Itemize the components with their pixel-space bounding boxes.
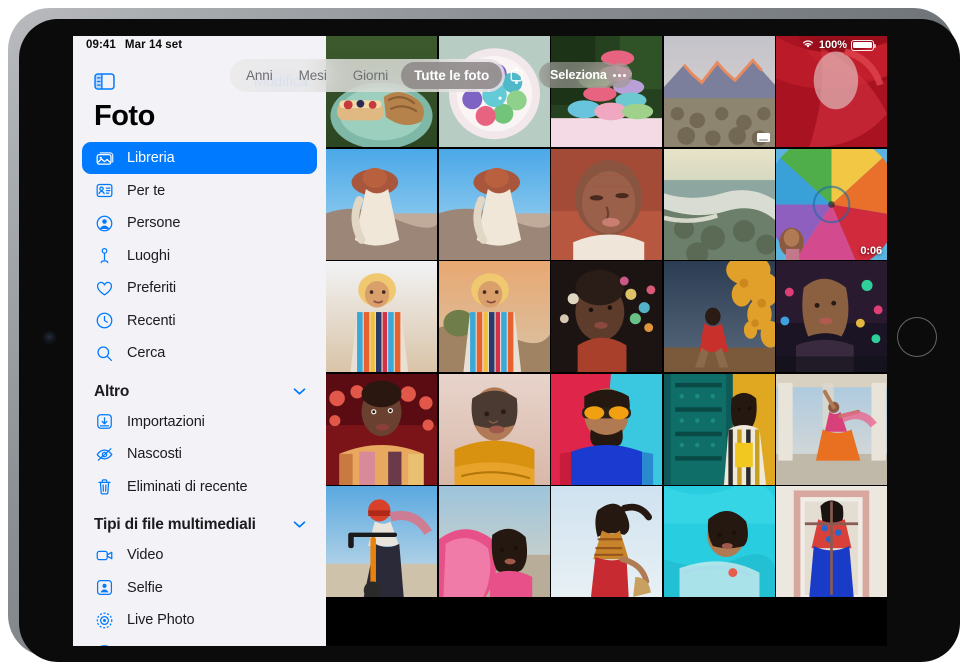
photo-red-lights-man[interactable]	[326, 373, 437, 485]
map-pin-icon	[93, 245, 116, 267]
photo-teal-door[interactable]	[663, 373, 775, 485]
photo-desert-hat-1[interactable]	[326, 148, 437, 260]
sidebar-primary-nav: Libreria Per te Persone Luoghi Preferiti R…	[73, 142, 326, 369]
photo-windblown-hair[interactable]	[551, 486, 662, 597]
sidebar-item-label: Luoghi	[127, 247, 170, 264]
video-camera-icon	[93, 544, 116, 566]
ellipsis-icon[interactable]	[607, 62, 632, 88]
sidebar-item-cerca[interactable]: Cerca	[82, 337, 317, 369]
sidebar-item-label: Libreria	[127, 150, 175, 166]
zoom-grid-icon[interactable]	[502, 61, 530, 89]
person-circle-icon	[93, 212, 116, 234]
sidebar-section-list-0: Importazioni Nascosti Eliminati di recen…	[73, 406, 326, 503]
photo-woman-yellow-scarf[interactable]	[438, 373, 550, 485]
photo-sunglasses-man[interactable]	[551, 373, 662, 485]
sidebar-item-label: Eliminati di recente	[127, 478, 248, 495]
panorama-badge-icon	[756, 133, 770, 142]
select-button[interactable]: Seleziona	[539, 62, 618, 88]
view-mode-segmented-control[interactable]: Anni Mesi Giorni Tutte le foto	[230, 58, 506, 92]
photo-grid-container[interactable]: 0:06	[326, 36, 887, 646]
sidebar-item-label: Live Photo	[127, 612, 195, 628]
heart-icon	[93, 277, 116, 299]
sidebar-section-title: Tipi di file multimediali	[94, 516, 256, 533]
ipad-screen: 0:06 Anni Mesi Giorni Tutte le foto Sele…	[73, 36, 887, 646]
sidebar-item-ritratti[interactable]: Ritratti	[82, 637, 317, 647]
chevron-down-icon[interactable]	[293, 383, 306, 401]
sidebar-item-label: Recenti	[127, 312, 176, 329]
sidebar-item-nascosti[interactable]: Nascosti	[82, 438, 317, 470]
photo-pool-swimmer[interactable]	[663, 486, 775, 597]
ellipsis-dot	[612, 73, 616, 77]
photos-toolbar: Anni Mesi Giorni Tutte le foto Seleziona	[73, 58, 887, 92]
sidebar-item-label: Cerca	[127, 345, 166, 361]
photo-grid: 0:06	[326, 36, 887, 597]
sidebar: Modifica Foto Libreria Per te	[73, 36, 326, 646]
selfie-person-icon	[93, 577, 116, 599]
sidebar-item-label: Video	[127, 547, 164, 563]
sidebar-item-label: Nascosti	[127, 446, 182, 462]
for-you-card-icon	[93, 180, 116, 202]
photo-bokeh-portrait[interactable]	[551, 261, 662, 372]
photo-neon-portrait[interactable]	[776, 261, 887, 372]
sidebar-item-selfie[interactable]: Selfie	[82, 572, 317, 604]
ellipsis-dot	[618, 73, 621, 77]
sidebar-item-live-photo[interactable]: Live Photo	[82, 604, 317, 636]
segment-giorni[interactable]: Giorni	[340, 62, 401, 89]
sidebar-item-label: Ritratti	[127, 645, 168, 647]
sidebar-item-per-te[interactable]: Per te	[82, 175, 317, 207]
sidebar-item-libreria[interactable]: Libreria	[82, 142, 317, 174]
sidebar-item-persone[interactable]: Persone	[82, 207, 317, 239]
search-icon	[93, 342, 116, 364]
photo-curly-stripes-1[interactable]	[326, 261, 437, 372]
sidebar-item-label: Importazioni	[127, 413, 205, 430]
sidebar-item-luoghi[interactable]: Luoghi	[82, 240, 317, 272]
photo-pink-fabric-woman[interactable]	[438, 486, 550, 597]
live-photo-icon	[93, 609, 116, 631]
sidebar-section-header-1[interactable]: Tipi di file multimediali	[73, 503, 326, 539]
portrait-icon	[93, 642, 116, 646]
sidebar-item-preferiti[interactable]: Preferiti	[82, 272, 317, 304]
photo-stack-icon	[93, 147, 116, 169]
photo-umbrella-video[interactable]: 0:06	[776, 148, 887, 260]
photo-curly-stripes-2[interactable]	[438, 261, 550, 372]
photo-portrait-veil[interactable]	[551, 148, 662, 260]
sidebar-item-recenti[interactable]: Recenti	[82, 305, 317, 337]
clock-icon	[93, 310, 116, 332]
segment-mesi[interactable]: Mesi	[286, 62, 340, 89]
photo-blue-skirt-window[interactable]	[776, 486, 887, 597]
sidebar-item-eliminati-di-recente[interactable]: Eliminati di recente	[82, 471, 317, 503]
sidebar-section-header-0[interactable]: Altro	[73, 370, 326, 406]
sidebar-item-label: Persone	[127, 215, 181, 231]
ipad-device-frame: 0:06 Anni Mesi Giorni Tutte le foto Sele…	[8, 8, 960, 662]
sidebar-item-label: Selfie	[127, 579, 163, 596]
sidebar-sections: Altro Importazioni Nascosti Eliminati di…	[73, 370, 326, 646]
chevron-down-icon[interactable]	[293, 516, 306, 534]
ellipsis-dot	[623, 73, 627, 77]
sidebar-item-video[interactable]: Video	[82, 539, 317, 571]
sidebar-section-title: Altro	[94, 382, 130, 400]
sidebar-item-label: Per te	[127, 182, 166, 199]
eye-slash-icon	[93, 443, 116, 465]
sidebar-section-list-1: Video Selfie Live Photo Ritratti	[73, 539, 326, 646]
page-title: Foto	[94, 100, 155, 132]
import-tray-icon	[93, 411, 116, 433]
photo-desert-hat-2[interactable]	[438, 148, 550, 260]
segment-tutte-le-foto[interactable]: Tutte le foto	[401, 61, 503, 89]
sidebar-item-importazioni[interactable]: Importazioni	[82, 406, 317, 438]
segment-anni[interactable]: Anni	[233, 62, 286, 89]
photo-shoreline[interactable]	[663, 148, 775, 260]
home-button[interactable]	[897, 317, 937, 357]
sidebar-item-label: Preferiti	[127, 280, 177, 296]
video-duration-badge: 0:06	[860, 244, 882, 257]
front-camera-icon	[44, 332, 55, 343]
photo-golden-leaves[interactable]	[663, 261, 775, 372]
select-button-label: Seleziona	[550, 68, 607, 82]
photo-dancer-pillars[interactable]	[776, 373, 887, 485]
trash-icon	[93, 476, 116, 498]
photo-red-helmet-rider[interactable]	[326, 486, 437, 597]
